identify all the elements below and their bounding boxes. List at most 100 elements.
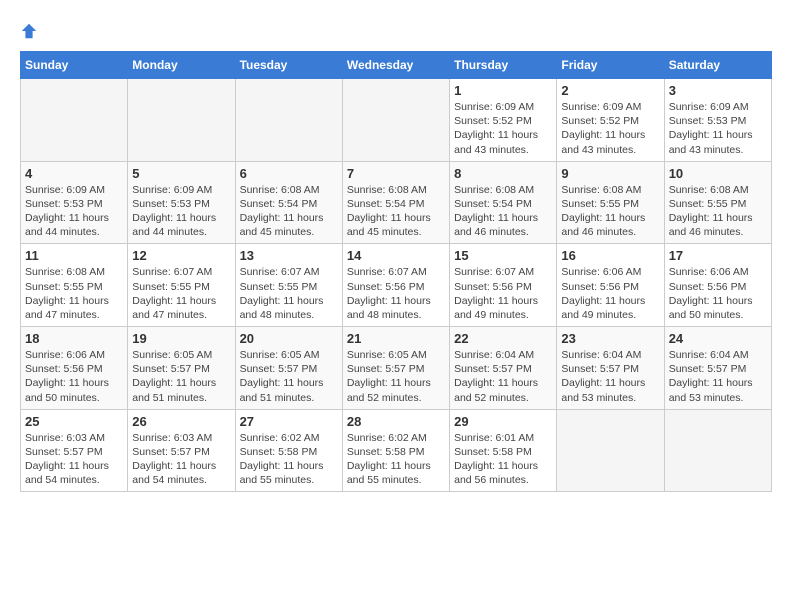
day-cell: 8 Sunrise: 6:08 AM Sunset: 5:54 PM Daylig… (450, 161, 557, 244)
day-info: Sunrise: 6:08 AM Sunset: 5:55 PM Dayligh… (561, 183, 659, 240)
day-cell: 15Sunrise: 6:07 AM Sunset: 5:56 PM Dayli… (450, 244, 557, 327)
day-cell: 13Sunrise: 6:07 AM Sunset: 5:55 PM Dayli… (235, 244, 342, 327)
day-cell: 20Sunrise: 6:05 AM Sunset: 5:57 PM Dayli… (235, 327, 342, 410)
day-cell: 26 Sunrise: 6:03 AM Sunset: 5:57 PM Dayli… (128, 409, 235, 492)
day-cell: 24 Sunrise: 6:04 AM Sunset: 5:57 PM Dayli… (664, 327, 771, 410)
header-thursday: Thursday (450, 52, 557, 79)
day-cell (664, 409, 771, 492)
day-info: Sunrise: 6:04 AM Sunset: 5:57 PM Dayligh… (454, 348, 552, 405)
day-cell: 16 Sunrise: 6:06 AM Sunset: 5:56 PM Dayli… (557, 244, 664, 327)
day-number: 4 (25, 166, 123, 181)
header-row: SundayMondayTuesdayWednesdayThursdayFrid… (21, 52, 772, 79)
day-number: 7 (347, 166, 445, 181)
day-info: Sunrise: 6:09 AM Sunset: 5:53 PM Dayligh… (25, 183, 123, 240)
logo-icon (20, 22, 38, 40)
day-number: 29 (454, 414, 552, 429)
day-cell: 18 Sunrise: 6:06 AM Sunset: 5:56 PM Dayli… (21, 327, 128, 410)
day-cell (128, 79, 235, 162)
day-number: 18 (25, 331, 123, 346)
day-number: 9 (561, 166, 659, 181)
day-cell: 12 Sunrise: 6:07 AM Sunset: 5:55 PM Dayli… (128, 244, 235, 327)
day-number: 1 (454, 83, 552, 98)
day-number: 21 (347, 331, 445, 346)
week-row-2: 11 Sunrise: 6:08 AM Sunset: 5:55 PM Dayli… (21, 244, 772, 327)
day-cell: 5 Sunrise: 6:09 AM Sunset: 5:53 PM Daylig… (128, 161, 235, 244)
day-info: Sunrise: 6:05 AM Sunset: 5:57 PM Dayligh… (132, 348, 230, 405)
day-info: Sunrise: 6:03 AM Sunset: 5:57 PM Dayligh… (132, 431, 230, 488)
day-info: Sunrise: 6:02 AM Sunset: 5:58 PM Dayligh… (347, 431, 445, 488)
day-info: Sunrise: 6:09 AM Sunset: 5:52 PM Dayligh… (561, 100, 659, 157)
day-number: 23 (561, 331, 659, 346)
day-info: Sunrise: 6:08 AM Sunset: 5:55 PM Dayligh… (669, 183, 767, 240)
day-info: Sunrise: 6:05 AM Sunset: 5:57 PM Dayligh… (347, 348, 445, 405)
day-cell (21, 79, 128, 162)
day-info: Sunrise: 6:04 AM Sunset: 5:57 PM Dayligh… (561, 348, 659, 405)
day-number: 17 (669, 248, 767, 263)
day-number: 26 (132, 414, 230, 429)
day-info: Sunrise: 6:04 AM Sunset: 5:57 PM Dayligh… (669, 348, 767, 405)
day-cell: 27Sunrise: 6:02 AM Sunset: 5:58 PM Dayli… (235, 409, 342, 492)
header-wednesday: Wednesday (342, 52, 449, 79)
day-number: 25 (25, 414, 123, 429)
day-info: Sunrise: 6:07 AM Sunset: 5:55 PM Dayligh… (240, 265, 338, 322)
day-cell (557, 409, 664, 492)
day-number: 11 (25, 248, 123, 263)
week-row-0: 1 Sunrise: 6:09 AM Sunset: 5:52 PM Daylig… (21, 79, 772, 162)
day-cell (235, 79, 342, 162)
day-info: Sunrise: 6:06 AM Sunset: 5:56 PM Dayligh… (561, 265, 659, 322)
day-cell: 14 Sunrise: 6:07 AM Sunset: 5:56 PM Dayli… (342, 244, 449, 327)
day-number: 28 (347, 414, 445, 429)
day-info: Sunrise: 6:08 AM Sunset: 5:54 PM Dayligh… (240, 183, 338, 240)
day-cell: 1 Sunrise: 6:09 AM Sunset: 5:52 PM Daylig… (450, 79, 557, 162)
day-info: Sunrise: 6:09 AM Sunset: 5:53 PM Dayligh… (132, 183, 230, 240)
day-number: 8 (454, 166, 552, 181)
day-cell: 25 Sunrise: 6:03 AM Sunset: 5:57 PM Dayli… (21, 409, 128, 492)
calendar-table: SundayMondayTuesdayWednesdayThursdayFrid… (20, 51, 772, 492)
day-info: Sunrise: 6:07 AM Sunset: 5:56 PM Dayligh… (347, 265, 445, 322)
day-info: Sunrise: 6:09 AM Sunset: 5:52 PM Dayligh… (454, 100, 552, 157)
day-number: 12 (132, 248, 230, 263)
day-info: Sunrise: 6:07 AM Sunset: 5:56 PM Dayligh… (454, 265, 552, 322)
day-number: 10 (669, 166, 767, 181)
day-info: Sunrise: 6:08 AM Sunset: 5:55 PM Dayligh… (25, 265, 123, 322)
day-cell: 11 Sunrise: 6:08 AM Sunset: 5:55 PM Dayli… (21, 244, 128, 327)
header-saturday: Saturday (664, 52, 771, 79)
day-cell: 22 Sunrise: 6:04 AM Sunset: 5:57 PM Dayli… (450, 327, 557, 410)
day-number: 22 (454, 331, 552, 346)
day-number: 24 (669, 331, 767, 346)
day-info: Sunrise: 6:08 AM Sunset: 5:54 PM Dayligh… (454, 183, 552, 240)
day-info: Sunrise: 6:08 AM Sunset: 5:54 PM Dayligh… (347, 183, 445, 240)
day-info: Sunrise: 6:06 AM Sunset: 5:56 PM Dayligh… (669, 265, 767, 322)
week-row-1: 4 Sunrise: 6:09 AM Sunset: 5:53 PM Daylig… (21, 161, 772, 244)
day-number: 27 (240, 414, 338, 429)
day-cell: 21 Sunrise: 6:05 AM Sunset: 5:57 PM Dayli… (342, 327, 449, 410)
day-cell: 23 Sunrise: 6:04 AM Sunset: 5:57 PM Dayli… (557, 327, 664, 410)
header-friday: Friday (557, 52, 664, 79)
week-row-3: 18 Sunrise: 6:06 AM Sunset: 5:56 PM Dayli… (21, 327, 772, 410)
day-info: Sunrise: 6:09 AM Sunset: 5:53 PM Dayligh… (669, 100, 767, 157)
header-tuesday: Tuesday (235, 52, 342, 79)
day-cell: 29 Sunrise: 6:01 AM Sunset: 5:58 PM Dayli… (450, 409, 557, 492)
day-info: Sunrise: 6:06 AM Sunset: 5:56 PM Dayligh… (25, 348, 123, 405)
day-cell: 3Sunrise: 6:09 AM Sunset: 5:53 PM Daylig… (664, 79, 771, 162)
logo (20, 20, 42, 41)
day-number: 19 (132, 331, 230, 346)
day-info: Sunrise: 6:07 AM Sunset: 5:55 PM Dayligh… (132, 265, 230, 322)
header-monday: Monday (128, 52, 235, 79)
day-number: 6 (240, 166, 338, 181)
day-info: Sunrise: 6:03 AM Sunset: 5:57 PM Dayligh… (25, 431, 123, 488)
day-cell: 6 Sunrise: 6:08 AM Sunset: 5:54 PM Daylig… (235, 161, 342, 244)
day-number: 2 (561, 83, 659, 98)
header (20, 20, 772, 41)
day-cell: 28 Sunrise: 6:02 AM Sunset: 5:58 PM Dayli… (342, 409, 449, 492)
day-number: 14 (347, 248, 445, 263)
day-cell: 4 Sunrise: 6:09 AM Sunset: 5:53 PM Daylig… (21, 161, 128, 244)
day-number: 16 (561, 248, 659, 263)
day-info: Sunrise: 6:01 AM Sunset: 5:58 PM Dayligh… (454, 431, 552, 488)
day-number: 5 (132, 166, 230, 181)
day-cell (342, 79, 449, 162)
day-cell: 17 Sunrise: 6:06 AM Sunset: 5:56 PM Dayli… (664, 244, 771, 327)
day-cell: 9 Sunrise: 6:08 AM Sunset: 5:55 PM Daylig… (557, 161, 664, 244)
day-cell: 19 Sunrise: 6:05 AM Sunset: 5:57 PM Dayli… (128, 327, 235, 410)
week-row-4: 25 Sunrise: 6:03 AM Sunset: 5:57 PM Dayli… (21, 409, 772, 492)
